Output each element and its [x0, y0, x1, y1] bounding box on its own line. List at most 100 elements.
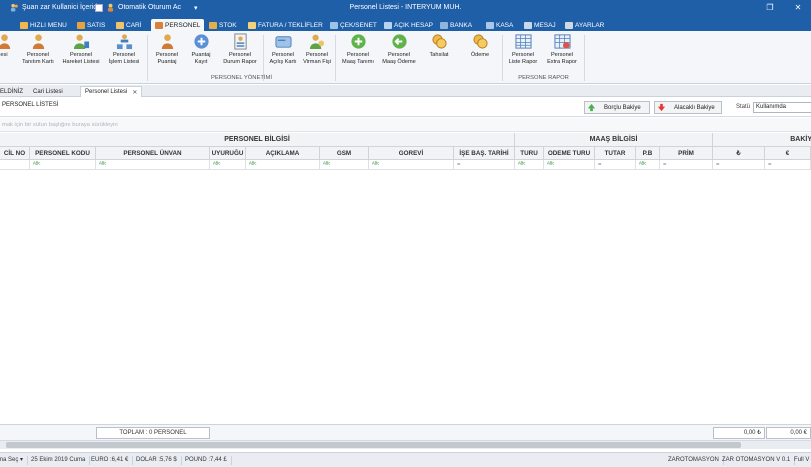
tab-acik-hesap[interactable]: AÇIK HESAP: [380, 19, 437, 31]
tab-hizli-menu[interactable]: HIZLI MENU: [16, 19, 71, 31]
column-header[interactable]: GOREVİ: [369, 147, 454, 160]
column-header[interactable]: TURU: [515, 147, 544, 160]
tab-ayarlar[interactable]: AYARLAR: [561, 19, 608, 31]
column-header[interactable]: UYURUĞU: [210, 147, 246, 160]
tab-banka[interactable]: BANKA: [436, 19, 476, 31]
scrollbar-thumb[interactable]: [6, 442, 741, 448]
person-icon: [0, 34, 10, 50]
column-header[interactable]: ₺: [713, 147, 765, 160]
personel-maas-tanimi-button[interactable]: Personel Maaş Tanımı: [336, 33, 380, 65]
button-line2: Hareket Listesi: [62, 58, 100, 65]
arrow-down-icon: [657, 103, 666, 112]
filter-cell[interactable]: ᴬᴮᶜ: [30, 160, 96, 170]
tab-label: KASA: [496, 21, 514, 29]
filter-cell[interactable]: [0, 160, 30, 170]
button-line2: İşlem Listesi: [108, 58, 140, 65]
column-header[interactable]: TUTAR: [595, 147, 636, 160]
total-tl: 0,00 ₺: [713, 427, 765, 439]
tab-cek-senet[interactable]: ÇEK/SENET: [326, 19, 381, 31]
tab-stok[interactable]: STOK: [205, 19, 241, 31]
personel-islem-listesi-button[interactable]: Personel İşlem Listesi: [102, 33, 146, 65]
band-maas-bilgisi: MAAŞ BİLGİSİ: [515, 133, 713, 147]
personel-virman-fisi-button[interactable]: Personel Virman Fişi: [295, 33, 339, 65]
filter-cell[interactable]: ᴬᴮᶜ: [246, 160, 320, 170]
document-tabs: ELDİNİZ Cari Listesi Personel Listesi ✕: [0, 85, 811, 97]
doc-tab-cari-listesi[interactable]: Cari Listesi: [29, 86, 67, 97]
sema-select[interactable]: ma Seç ▾: [0, 456, 29, 465]
column-header[interactable]: PERSONEL ÜNVAN: [96, 147, 210, 160]
coins-icon: [431, 34, 447, 49]
column-header[interactable]: AÇIKLAMA: [246, 147, 320, 160]
tab-personel[interactable]: PERSONEL: [151, 19, 205, 31]
button-line2: Maaş Tanımı: [342, 58, 374, 65]
stock-icon: [209, 21, 217, 29]
status-date: 25 Ekim 2019 Cuma: [31, 456, 91, 465]
panel-title: PERSONEL LİSTESİ: [2, 102, 58, 108]
column-header[interactable]: P.B: [636, 147, 660, 160]
filter-cell[interactable]: =: [454, 160, 515, 170]
personel-grid: PERSONEL BİLGİSİ MAAŞ BİLGİSİ BAKİY CİL …: [0, 133, 811, 424]
doc-tab-personel-listesi[interactable]: Personel Listesi ✕: [80, 86, 143, 97]
personel-durum-rapor-button[interactable]: Personel Durum Rapor: [218, 33, 262, 65]
close-icon[interactable]: ✕: [132, 89, 137, 96]
horizontal-scrollbar[interactable]: [0, 440, 811, 449]
tab-fatura[interactable]: FATURA / TEKLİFLER: [244, 19, 327, 31]
status-version: ZAR OTOMASYON V 0.1: [722, 456, 796, 465]
column-header[interactable]: €: [765, 147, 811, 160]
restore-icon[interactable]: ❐: [763, 2, 777, 14]
column-header[interactable]: ODEME TURU: [544, 147, 595, 160]
filter-cell[interactable]: ᴬᴮᶜ: [96, 160, 210, 170]
status-bar: ma Seç ▾ 25 Ekim 2019 Cuma EURO :6,41 € …: [0, 452, 811, 467]
report-icon: [233, 33, 247, 50]
personel-hareket-listesi-button[interactable]: Personel Hareket Listesi: [59, 33, 103, 65]
tahsilat-button[interactable]: Tahsilat: [417, 33, 461, 59]
column-header[interactable]: PERSONEL KODU: [30, 147, 96, 160]
quick-menu-icon: [20, 21, 28, 29]
doc-tab-label: ELDİNİZ: [0, 88, 24, 95]
filter-cell[interactable]: ᴬᴮᶜ: [636, 160, 660, 170]
ribbon: esi Personel Tanıtım Kartı Personel Hareke…: [0, 31, 811, 84]
puantaj-kayit-button[interactable]: Puantaj Kayıt: [179, 33, 223, 65]
status-pound: POUND :7,44 £: [185, 456, 232, 465]
personel-extra-rapor-button[interactable]: Personel Extra Rapor: [540, 33, 584, 65]
doc-tab-eldiniz[interactable]: ELDİNİZ: [0, 86, 27, 97]
ribbon-separator: [584, 35, 585, 81]
band-bakiye: BAKİY: [713, 133, 811, 147]
tab-satis[interactable]: SATIS: [73, 19, 109, 31]
filter-cell[interactable]: =: [595, 160, 636, 170]
filter-cell[interactable]: ᴬᴮᶜ: [369, 160, 454, 170]
sales-icon: [77, 21, 85, 29]
settings-icon: [565, 21, 573, 29]
group-by-panel[interactable]: mak için bir sütun başlığını buraya sürü…: [0, 118, 811, 132]
filter-cell[interactable]: =: [713, 160, 765, 170]
filter-cell[interactable]: ᴬᴮᶜ: [320, 160, 369, 170]
ribbon-group-label: PERSONE RAPOR: [518, 75, 569, 81]
personel-maas-odeme-button[interactable]: Personel Maaş Ödeme: [377, 33, 421, 65]
column-header[interactable]: İŞE BAŞ. TARİHİ: [454, 147, 515, 160]
column-header[interactable]: PRİM: [660, 147, 713, 160]
account-icon: [116, 21, 124, 29]
arrow-green-icon: [391, 34, 407, 49]
status-company: ZAROTOMASYON: [668, 456, 724, 465]
filter-cell[interactable]: =: [765, 160, 811, 170]
ribbon-tab-row: HIZLI MENU SATIS CARİ PERSONEL STOK FATU…: [0, 18, 811, 31]
statu-select[interactable]: Kullanımda: [753, 102, 811, 113]
odeme-button[interactable]: Ödeme: [458, 33, 502, 59]
filter-cell[interactable]: ᴬᴮᶜ: [515, 160, 544, 170]
filter-cell[interactable]: ᴬᴮᶜ: [544, 160, 595, 170]
tab-mesaj[interactable]: MESAJ: [520, 19, 560, 31]
filter-cell[interactable]: =: [660, 160, 713, 170]
borclu-bakiye-button[interactable]: Borçlu Bakiye: [584, 101, 650, 114]
grid-footer: TOPLAM : 0 PERSONEL 0,00 ₺ 0,00 €: [0, 424, 811, 440]
column-header[interactable]: GSM: [320, 147, 369, 160]
personel-tanitim-karti-button[interactable]: Personel Tanıtım Kartı: [16, 33, 60, 65]
tab-cari[interactable]: CARİ: [112, 19, 146, 31]
tab-kasa[interactable]: KASA: [482, 19, 517, 31]
personel-liste-rapor-button[interactable]: Personel Liste Rapor: [501, 33, 545, 65]
column-header[interactable]: CİL NO: [0, 147, 30, 160]
close-icon[interactable]: ✕: [791, 2, 805, 14]
alacakli-bakiye-button[interactable]: Alacaklı Bakiye: [654, 101, 722, 114]
filter-cell[interactable]: ᴬᴮᶜ: [210, 160, 246, 170]
title-bar: Şuan zar Kullanici İçeride Otomatik Otur…: [0, 0, 811, 18]
button-line1: Ödeme: [470, 52, 490, 58]
